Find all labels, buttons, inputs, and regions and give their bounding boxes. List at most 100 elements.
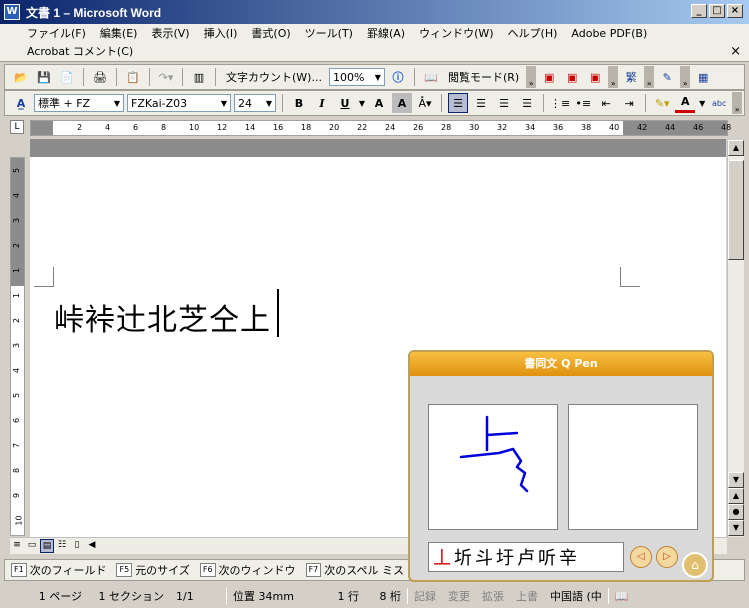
highlight-icon[interactable]: ✎▾	[652, 93, 672, 113]
menu-acrobat-comment[interactable]: Acrobat コメント(C)	[20, 43, 140, 59]
toolbar-chevron[interactable]: »	[680, 66, 691, 88]
scroll-down-icon[interactable]: ▼	[728, 472, 744, 488]
char-border-button[interactable]: A	[369, 93, 389, 113]
maximize-button[interactable]: □	[709, 4, 725, 18]
toolbar-chevron[interactable]: »	[608, 66, 619, 88]
candidate-item[interactable]: 圻	[454, 544, 472, 570]
toolbar-chevron[interactable]: »	[526, 66, 537, 88]
pdf-convert-icon[interactable]: ▣	[539, 67, 559, 87]
italic-button[interactable]: I	[312, 93, 332, 113]
status-pages[interactable]: 1/1	[170, 590, 226, 603]
save-icon[interactable]: 💾	[34, 67, 54, 87]
close-button[interactable]: ×	[727, 4, 743, 18]
paste-icon[interactable]: 📋	[123, 67, 143, 87]
help-icon[interactable]: ⓘ	[388, 67, 408, 87]
fkey-f5[interactable]: F5 元のサイズ	[116, 562, 190, 578]
reading-layout-icon[interactable]: ▯	[70, 539, 84, 553]
underline-dropdown-icon[interactable]: ▼	[358, 93, 366, 113]
toolbar-chevron[interactable]: »	[732, 92, 743, 114]
previous-page-icon[interactable]: ▲	[728, 488, 744, 504]
open-folder-icon[interactable]: 📂	[11, 67, 31, 87]
bullets-icon[interactable]: •≡	[573, 93, 593, 113]
decrease-indent-icon[interactable]: ⇤	[596, 93, 616, 113]
redo-icon[interactable]: ↷▾	[156, 67, 176, 87]
fkey-f1[interactable]: F1 次のフィールド	[11, 562, 106, 578]
menu-edit[interactable]: 編集(E)	[93, 25, 145, 41]
status-track-changes[interactable]: 変更	[442, 588, 476, 604]
font-color-dropdown-icon[interactable]: ▼	[698, 93, 706, 113]
document-close-icon[interactable]: ×	[730, 44, 741, 59]
status-position[interactable]: 位置 34mm	[227, 588, 325, 604]
columns-icon[interactable]: ▥	[189, 67, 209, 87]
browse-object-icon[interactable]: ●	[728, 504, 744, 520]
styles-icon[interactable]: A̲	[11, 93, 31, 113]
candidate-item[interactable]: 斗	[475, 544, 493, 570]
pdf-review-icon[interactable]: ▣	[585, 67, 605, 87]
qpen-home-icon[interactable]: ⌂	[682, 552, 708, 578]
underline-button[interactable]: U	[335, 93, 355, 113]
reading-mode-button[interactable]: 閲覧モード(R)	[444, 69, 523, 85]
status-section[interactable]: 1 セクション	[88, 588, 170, 604]
scroll-left-icon[interactable]: ◀	[85, 539, 99, 553]
candidate-item[interactable]: 辛	[559, 544, 577, 570]
web-layout-icon[interactable]: ▭	[25, 539, 39, 553]
status-extend[interactable]: 拡張	[476, 588, 510, 604]
justify-icon[interactable]: ☰	[517, 93, 537, 113]
next-candidates-icon[interactable]: ▷	[656, 546, 678, 568]
chinese-convert-icon[interactable]: 繁	[621, 67, 641, 87]
word-app-icon[interactable]: W	[4, 4, 20, 20]
status-line[interactable]: 1 行	[325, 588, 365, 604]
font-color-button[interactable]: A	[675, 93, 696, 113]
candidate-item[interactable]: 听	[538, 544, 556, 570]
toolbar-chevron[interactable]: »	[644, 66, 655, 88]
increase-indent-icon[interactable]: ⇥	[619, 93, 639, 113]
font-size-select[interactable]: 24 ▼	[234, 94, 276, 112]
vertical-scrollbar[interactable]: ▲ ▼ ▲ ● ▼	[727, 140, 744, 537]
candidate-item[interactable]: 圩	[496, 544, 514, 570]
spelling-status-icon[interactable]: 📖	[609, 590, 635, 603]
menu-adobe-pdf[interactable]: Adobe PDF(B)	[564, 27, 654, 40]
word-count-button[interactable]: 文字カウント(W)...	[222, 69, 326, 85]
menu-view[interactable]: 表示(V)	[144, 25, 196, 41]
align-center-icon[interactable]: ☰	[471, 93, 491, 113]
normal-view-icon[interactable]: ≡	[10, 539, 24, 553]
style-select[interactable]: 標準 + FZ ▼	[34, 94, 124, 112]
handwriting-pad-right[interactable]	[568, 404, 698, 530]
candidate-item[interactable]: 卢	[517, 544, 535, 570]
menu-insert[interactable]: 挿入(I)	[197, 25, 245, 41]
status-page[interactable]: 1 ページ	[4, 588, 88, 604]
fkey-f6[interactable]: F6 次のウィンドウ	[199, 562, 296, 578]
bold-button[interactable]: B	[289, 93, 309, 113]
print-icon[interactable]: 🖨	[90, 67, 110, 87]
status-column[interactable]: 8 桁	[365, 588, 407, 604]
zoom-select[interactable]: 100% ▼	[328, 68, 385, 86]
status-record[interactable]: 記録	[408, 588, 442, 604]
prev-candidates-icon[interactable]: ◁	[630, 546, 652, 568]
handwriting-pad-left[interactable]	[428, 404, 558, 530]
outline-view-icon[interactable]: ☷	[55, 539, 69, 553]
align-right-icon[interactable]: ☰	[494, 93, 514, 113]
status-overtype[interactable]: 上書	[510, 588, 544, 604]
horizontal-ruler[interactable]: 2 4 6 8 10 12 14 16 18 20 22 24 26 28 30 32 34 36 38 40 42 44…	[30, 120, 731, 136]
fkey-f7[interactable]: F7 次のスペル ミス	[305, 562, 404, 578]
pdf-mail-icon[interactable]: ▣	[562, 67, 582, 87]
numbering-icon[interactable]: ⋮≡	[550, 93, 570, 113]
candidate-item[interactable]: 丄	[433, 544, 451, 570]
font-select[interactable]: FZKai-Z03 ▼	[127, 94, 231, 112]
menu-format[interactable]: 書式(O)	[244, 25, 297, 41]
status-language[interactable]: 中国語 (中	[544, 588, 608, 604]
document-text[interactable]: 峠裃辻北芝仝上	[54, 295, 271, 339]
phonetic-guide-button[interactable]: abc	[709, 93, 729, 113]
menu-table[interactable]: 罫線(A)	[360, 25, 412, 41]
pdf-icon[interactable]: 📄	[57, 67, 77, 87]
menu-help[interactable]: ヘルプ(H)	[501, 25, 565, 41]
align-left-icon[interactable]: ☰	[448, 93, 468, 113]
spell-icon[interactable]: ✎	[657, 67, 677, 87]
print-layout-icon[interactable]: ▤	[40, 539, 54, 553]
menu-file[interactable]: ファイル(F)	[20, 25, 93, 41]
char-shading-button[interactable]: A	[392, 93, 412, 113]
menu-tools[interactable]: ツール(T)	[298, 25, 360, 41]
next-page-icon[interactable]: ▼	[728, 520, 744, 536]
minimize-button[interactable]: _	[691, 4, 707, 18]
text-effect-icon[interactable]: A̽▾	[415, 93, 435, 113]
